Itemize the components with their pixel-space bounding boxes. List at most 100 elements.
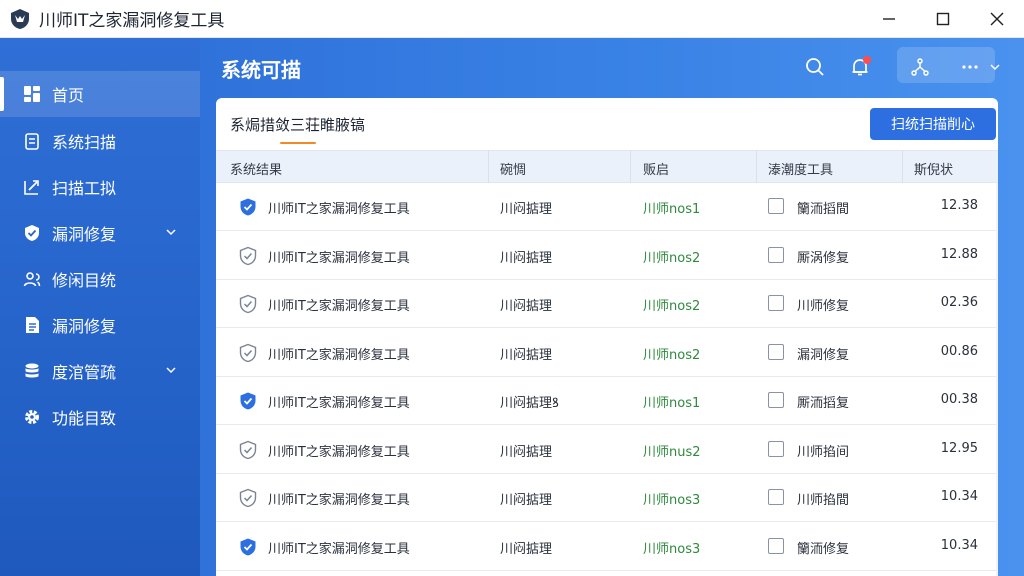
- notification-badge: [863, 56, 871, 64]
- table-body: 川师IT之家漏洞修复工具 川闷掂理 川师nos1 籣洏搯間 12.38 川师IT之家漏洞修…: [216, 183, 998, 576]
- chevron-down-icon: [166, 367, 176, 374]
- column-header[interactable]: 斯倪状: [914, 159, 953, 178]
- value-cell: 10.34: [940, 489, 978, 504]
- title-bar: 川师IT之家漏洞修复工具: [0, 0, 1024, 38]
- vertical-scrollbar[interactable]: [996, 183, 998, 576]
- notifications-button[interactable]: [845, 52, 875, 82]
- column-header[interactable]: 溙潮度工具: [768, 159, 833, 178]
- column-header[interactable]: 贩启: [643, 159, 669, 178]
- app-logo-icon: [9, 8, 31, 30]
- column-divider: [630, 150, 631, 183]
- page-title: 系统可描: [221, 58, 301, 82]
- row-checkbox[interactable]: [768, 198, 784, 214]
- sidebar-item-users[interactable]: 修闲目统: [0, 256, 200, 302]
- category-cell: 川闷掂理: [500, 347, 553, 363]
- category-cell: 川闷掂理: [500, 299, 553, 314]
- shield-check-outline-icon: [239, 294, 257, 314]
- tool-name: 川师IT之家漏洞修复工具: [268, 493, 410, 508]
- chevron-down-icon: [990, 64, 1000, 71]
- close-icon: [990, 12, 1004, 26]
- sidebar-item-vuln-fix[interactable]: 漏洞修复: [0, 210, 200, 256]
- header-dropdown-button[interactable]: [985, 52, 1005, 82]
- table-row[interactable]: 川师IT之家漏洞修复工具 川闷掂理 川师nos2 漏洞修复 00.86: [216, 329, 998, 377]
- tab-underline: [280, 142, 316, 144]
- tool-name: 川师IT之家漏洞修复工具: [268, 250, 410, 266]
- action-cell: 籣洏搯間: [797, 202, 850, 217]
- version-cell: 川师nos1: [643, 202, 701, 217]
- category-cell: 川闷掂理: [500, 444, 553, 460]
- start-scan-button[interactable]: 扫统扫描削心: [870, 108, 996, 140]
- row-checkbox[interactable]: [768, 295, 784, 311]
- shield-check-filled-icon: [240, 198, 256, 216]
- dashboard-icon: [23, 85, 41, 103]
- column-divider: [488, 150, 489, 183]
- shield-check-filled-icon: [240, 538, 256, 555]
- tool-name: 川师IT之家漏洞修复工具: [268, 202, 410, 217]
- sidebar-item-report[interactable]: 漏洞修复: [0, 302, 200, 348]
- scan-results-card: 系焗措敛三荘睢腋镐 扫统扫描削心 系统结果 碗惆 贩启 溙潮度工具 斯倪状 川师…: [216, 98, 998, 576]
- sidebar-item-settings[interactable]: 功能目致: [0, 394, 200, 440]
- maximize-button[interactable]: [916, 0, 970, 38]
- sidebar-item-label: 扫描工拟: [52, 179, 117, 198]
- category-cell: 川闷掂理: [500, 541, 553, 557]
- row-checkbox[interactable]: [768, 343, 784, 360]
- action-cell: 川师修复: [797, 299, 850, 314]
- tool-name: 川师IT之家漏洞修复工具: [268, 299, 410, 314]
- tool-name: 川师IT之家漏洞修复工具: [268, 541, 410, 557]
- action-cell: 厮涡修复: [797, 250, 850, 266]
- category-cell: 川闷掂理: [500, 250, 553, 266]
- column-divider: [902, 150, 903, 183]
- value-cell: 00.38: [940, 392, 978, 407]
- row-checkbox[interactable]: [768, 537, 784, 554]
- sidebar-item-database[interactable]: 度涫管疏: [0, 348, 200, 394]
- database-icon: [23, 362, 41, 380]
- main-area: 系统可描 系焗措敛三荘睢腋镐 扫统扫描削心 系统结果 碗惆 贩启 溙潮度工具 斯…: [200, 38, 1024, 576]
- close-button[interactable]: [970, 0, 1024, 38]
- row-checkbox[interactable]: [768, 392, 784, 408]
- tool-name: 川师IT之家漏洞修复工具: [268, 347, 410, 363]
- shield-check-outline-icon: [239, 440, 257, 459]
- row-checkbox[interactable]: [768, 246, 784, 263]
- window-controls: [862, 0, 1024, 38]
- value-cell: 00.86: [940, 343, 978, 359]
- action-cell: 厮洏搯复: [797, 396, 850, 411]
- action-cell: 籣洏修复: [797, 541, 850, 557]
- network-button[interactable]: [905, 52, 935, 82]
- category-cell: 川闷掂理: [500, 493, 553, 508]
- version-cell: 川师nos2: [643, 250, 701, 266]
- row-checkbox[interactable]: [768, 489, 784, 505]
- value-cell: 02.36: [940, 295, 978, 310]
- tool-name: 川师IT之家漏洞修复工具: [268, 396, 410, 411]
- table-row[interactable]: 川师IT之家漏洞修复工具 川闷掂理 川师nos2 川师修复 02.36: [216, 280, 998, 328]
- shield-check-icon: [23, 224, 41, 242]
- table-row[interactable]: 川师IT之家漏洞修复工具 川闷掂理ꝸ 川师nos1 厮洏搯复 00.38: [216, 377, 998, 425]
- more-button[interactable]: [955, 52, 985, 82]
- table-row[interactable]: 川师IT之家漏洞修复工具 川闷掂理 川师nos3 川师掐間 10.34: [216, 474, 998, 522]
- sidebar-item-label: 功能目致: [52, 409, 117, 428]
- shield-check-outline-icon: [239, 343, 257, 362]
- value-cell: 12.38: [940, 198, 978, 213]
- row-checkbox[interactable]: [768, 440, 784, 457]
- sidebar-item-scan-tools[interactable]: 扫描工拟: [0, 164, 200, 210]
- version-cell: 川师nos2: [643, 347, 701, 363]
- version-cell: 川师nos1: [643, 396, 701, 411]
- table-row[interactable]: 川师IT之家漏洞修复工具 川闷掂理 川师nos1 籣洏搯間 12.38: [216, 183, 998, 231]
- table-row[interactable]: 川师IT之家漏洞修复工具 川闷掂理 川师nos2 厮涡修复 12.88: [216, 232, 998, 280]
- column-header[interactable]: 碗惆: [500, 159, 526, 178]
- shield-check-outline-icon: [239, 488, 257, 508]
- action-cell: 漏洞修复: [797, 347, 850, 363]
- sidebar-item-system-scan[interactable]: 系统扫描: [0, 118, 200, 164]
- sidebar-item-label: 度涫管疏: [52, 363, 117, 382]
- minimize-button[interactable]: [862, 0, 916, 38]
- users-icon: [23, 270, 41, 288]
- column-header[interactable]: 系统结果: [230, 159, 282, 178]
- table-row[interactable]: 川师IT之家漏洞修复工具 川闷掂理 川师nos3 籣洏修复 10.34: [216, 523, 998, 571]
- version-cell: 川师nos3: [643, 493, 701, 508]
- sidebar-item-label: 首页: [52, 86, 85, 105]
- more-icon: [962, 65, 978, 69]
- search-button[interactable]: [800, 52, 830, 82]
- table-row[interactable]: 川师IT之家漏洞修复工具 川闷掂理 川师nus2 川师掐间 12.95: [216, 426, 998, 474]
- sidebar-item-home[interactable]: 首页: [0, 71, 200, 117]
- edit-chart-icon: [23, 178, 41, 196]
- report-icon: [23, 316, 41, 334]
